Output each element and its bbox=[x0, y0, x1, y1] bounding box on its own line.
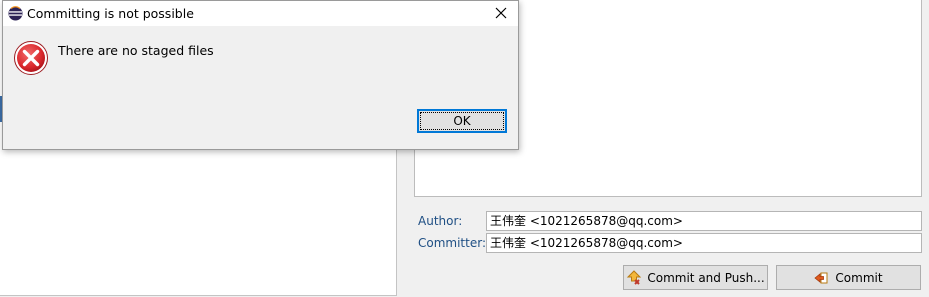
close-icon[interactable] bbox=[488, 2, 514, 24]
commit-label: Commit bbox=[835, 270, 883, 285]
push-icon bbox=[626, 269, 642, 286]
ok-label: OK bbox=[453, 114, 471, 128]
commit-icon bbox=[814, 270, 830, 286]
dialog-titlebar[interactable]: Committing is not possible bbox=[3, 1, 518, 26]
committer-field[interactable]: 王伟奎 <1021265878@qq.com> bbox=[486, 233, 922, 253]
commit-and-push-label: Commit and Push... bbox=[647, 270, 765, 285]
author-label: Author: bbox=[418, 214, 463, 228]
commit-and-push-button[interactable]: Commit and Push... bbox=[623, 265, 768, 290]
author-field[interactable]: 王伟奎 <1021265878@qq.com> bbox=[486, 211, 922, 231]
dialog-title: Committing is not possible bbox=[27, 6, 194, 21]
ok-button[interactable]: OK bbox=[417, 109, 507, 133]
error-icon bbox=[13, 40, 49, 76]
committer-label: Committer: bbox=[418, 236, 486, 250]
error-dialog: Committing is not possible There are no … bbox=[2, 0, 519, 150]
commit-button[interactable]: Commit bbox=[776, 265, 921, 290]
dialog-message: There are no staged files bbox=[58, 43, 214, 58]
eclipse-icon bbox=[8, 6, 23, 21]
